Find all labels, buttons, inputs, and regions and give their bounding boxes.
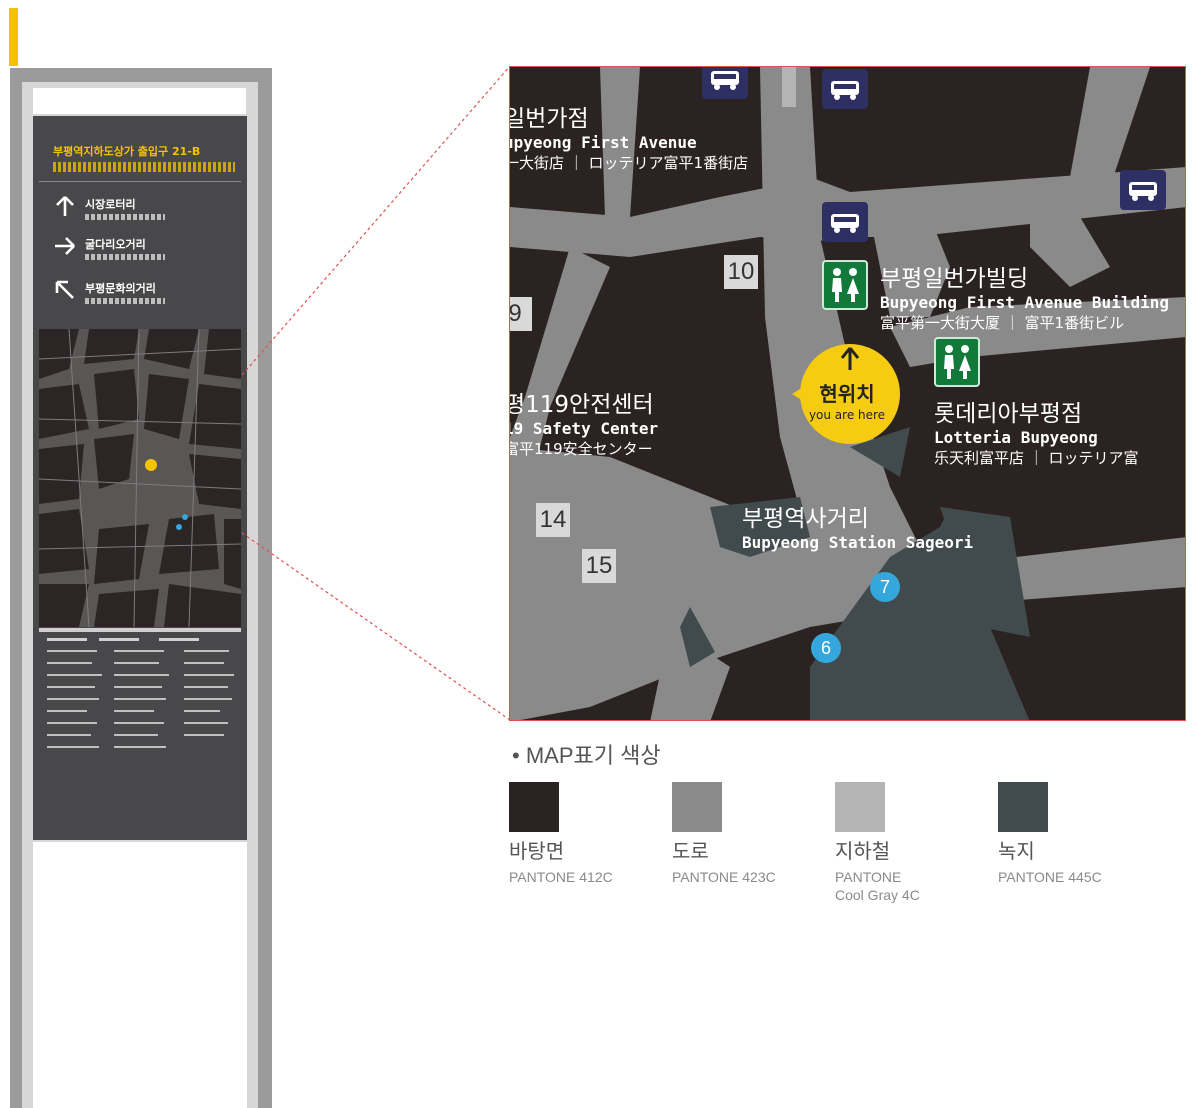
place-name-ja: 富平第一大街大厦 ｜ 富平1番街ビル (880, 314, 1125, 332)
bus-icon (1120, 170, 1166, 210)
color-swatch (998, 782, 1048, 832)
zoomed-map: 10 9 14 15 7 6 일번가점 upyeong First Avenue… (509, 66, 1186, 721)
legend-item-code: PANTONE 445C (998, 869, 1102, 885)
legend-item-ground: 바탕면 PANTONE 412C (509, 782, 659, 886)
block-number: 14 (536, 503, 570, 537)
place-name-en: upyeong First Avenue (509, 133, 697, 152)
place-label-first-avenue-building: 부평일번가빌딩 Bupyeong First Avenue Building 富… (880, 259, 1169, 333)
place-name-ko: 부평일번가빌딩 (880, 266, 1029, 292)
you-are-here-subtitle: you are here (808, 408, 886, 422)
you-are-here-title: 현위치 (819, 382, 875, 406)
legend-item-name: 바탕면 (509, 841, 565, 863)
legend-item-code: PANTONE 423C (672, 869, 776, 885)
color-swatch (509, 782, 559, 832)
block-number: 9 (510, 297, 532, 331)
legend-title-text: MAP표기 색상 (525, 743, 661, 768)
legend-title: • MAP표기 색상 (512, 743, 661, 768)
exit-number: 6 (811, 633, 841, 663)
restroom-icon (822, 260, 868, 310)
you-are-here-marker: 현위치 you are here (792, 336, 902, 456)
legend-item-road: 도로 PANTONE 423C (672, 782, 822, 886)
color-swatch (672, 782, 722, 832)
place-label-first-avenue: 일번가점 upyeong First Avenue 一大街店 ｜ ロッテリア富平… (509, 99, 749, 173)
place-label-station-sageori: 부평역사거리 Bupyeong Station Sageori (742, 499, 973, 552)
bus-icon (822, 69, 868, 109)
legend-item-code: PANTONE Cool Gray 4C (835, 869, 920, 903)
block-number: 15 (582, 549, 616, 583)
place-label-lotteria: 롯데리아부평점 Lotteria Bupyeong 乐天利富平店 ｜ ロッテリア… (934, 394, 1139, 468)
place-name-ko: 부평역사거리 (742, 506, 869, 532)
place-name-ko: 평119안전센터 (509, 392, 654, 418)
place-name-en: 19 Safety Center (509, 419, 659, 438)
exit-number: 7 (870, 572, 900, 602)
legend-item-name: 도로 (672, 841, 709, 863)
place-name-en: Bupyeong First Avenue Building (880, 293, 1169, 312)
bus-icon (702, 67, 748, 99)
legend-item-name: 지하철 (835, 841, 891, 863)
legend-item-code: PANTONE 412C (509, 869, 613, 885)
place-name-ja: 一大街店 ｜ ロッテリア富平1番街店 (509, 154, 749, 172)
restroom-icon (934, 337, 980, 387)
bus-icon (822, 202, 868, 242)
place-name-en: Bupyeong Station Sageori (742, 533, 974, 552)
legend-item-name: 녹지 (998, 841, 1035, 863)
place-name-ja: 富平119安全センター (509, 440, 653, 458)
place-label-safety-center: 평119안전센터 19 Safety Center 富平119安全センター (509, 385, 659, 459)
place-name-ko: 롯데리아부평점 (934, 401, 1083, 427)
legend-item-green: 녹지 PANTONE 445C (998, 782, 1148, 886)
place-name-ja: 乐天利富平店 ｜ ロッテリア富 (934, 449, 1139, 467)
place-name-ko: 일번가점 (509, 106, 589, 132)
legend-item-subway: 지하철 PANTONE Cool Gray 4C (835, 782, 985, 904)
color-swatch (835, 782, 885, 832)
block-number: 10 (724, 255, 758, 289)
place-name-en: Lotteria Bupyeong (934, 428, 1098, 447)
